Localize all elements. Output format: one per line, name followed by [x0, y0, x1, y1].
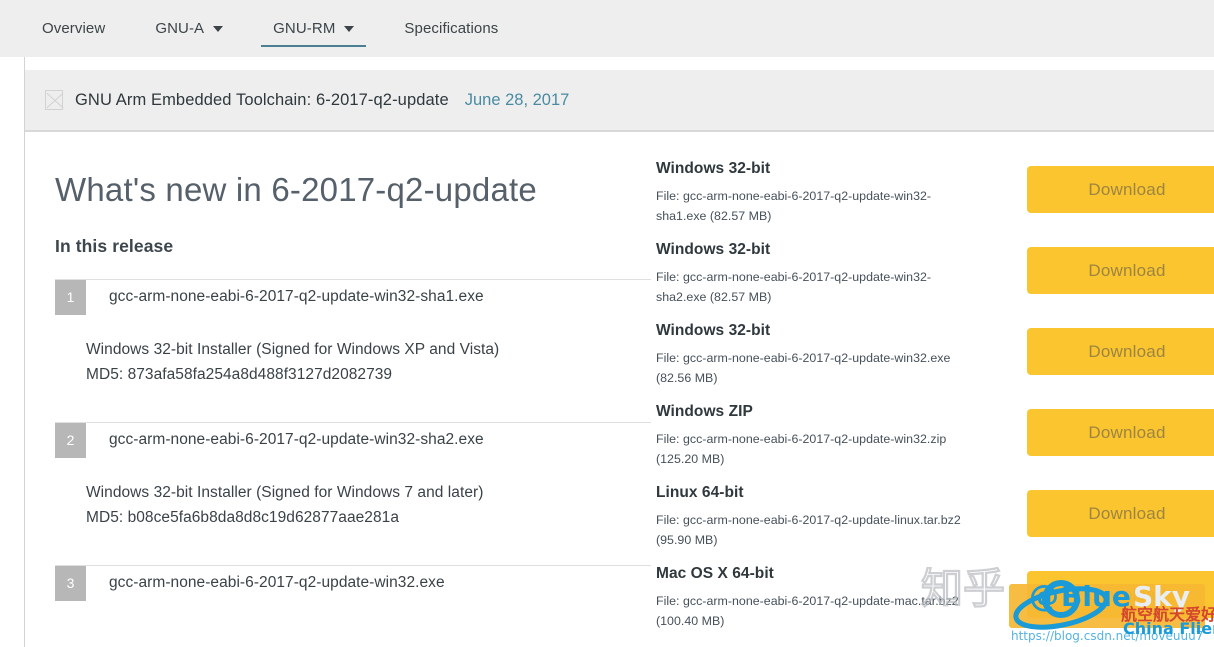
download-info: Mac OS X 64-bit File: gcc-arm-none-eabi-…	[656, 565, 986, 631]
nav-item-gnu-a[interactable]: GNU-A	[139, 0, 239, 57]
download-button[interactable]: Download	[1027, 490, 1214, 537]
download-button[interactable]: Download	[1027, 166, 1214, 213]
download-button[interactable]: Download	[1027, 571, 1214, 618]
release-file-header: 3 gcc-arm-none-eabi-6-2017-q2-update-win…	[55, 564, 651, 601]
download-file-meta: File: gcc-arm-none-eabi-6-2017-q2-update…	[656, 593, 959, 628]
download-row: Windows ZIP File: gcc-arm-none-eabi-6-20…	[656, 403, 1214, 484]
download-row: Windows 32-bit File: gcc-arm-none-eabi-6…	[656, 322, 1214, 403]
download-file-meta: File: gcc-arm-none-eabi-6-2017-q2-update…	[656, 188, 932, 223]
release-file-name[interactable]: gcc-arm-none-eabi-6-2017-q2-update-win32…	[86, 423, 484, 458]
download-file-meta: File: gcc-arm-none-eabi-6-2017-q2-update…	[656, 512, 961, 547]
download-title: Windows 32-bit	[656, 160, 771, 177]
download-info: Windows 32-bit File: gcc-arm-none-eabi-6…	[656, 322, 986, 388]
release-file-header: 1 gcc-arm-none-eabi-6-2017-q2-update-win…	[55, 278, 651, 315]
nav-item-label: Overview	[42, 20, 106, 37]
release-file-list: 1 gcc-arm-none-eabi-6-2017-q2-update-win…	[55, 278, 651, 601]
download-info: Windows 32-bit File: gcc-arm-none-eabi-6…	[656, 160, 986, 226]
download-title: Windows 32-bit	[656, 241, 771, 258]
release-file-item: 1 gcc-arm-none-eabi-6-2017-q2-update-win…	[55, 278, 651, 388]
nav-item-label: GNU-RM	[273, 20, 336, 37]
release-file-md5: MD5: b08ce5fa6b8da8d8c19d62877aae281a	[86, 509, 399, 527]
download-file-meta: File: gcc-arm-none-eabi-6-2017-q2-update…	[656, 431, 947, 466]
download-info: Windows ZIP File: gcc-arm-none-eabi-6-20…	[656, 403, 986, 469]
release-file-desc-line: Windows 32-bit Installer (Signed for Win…	[86, 483, 484, 501]
download-row: Windows 32-bit File: gcc-arm-none-eabi-6…	[656, 160, 1214, 241]
nav-item-label: Specifications	[404, 20, 499, 37]
release-title: GNU Arm Embedded Toolchain: 6-2017-q2-up…	[75, 90, 449, 109]
release-file-description: Windows 32-bit Installer (Signed for Win…	[55, 337, 651, 388]
content-area: What's new in 6-2017-q2-update In this r…	[25, 134, 1214, 647]
download-file-meta: File: gcc-arm-none-eabi-6-2017-q2-update…	[656, 269, 932, 304]
release-file-desc-line: Windows 32-bit Installer (Signed for Win…	[86, 340, 500, 358]
top-navigation: Overview GNU-A GNU-RM Specifications	[0, 0, 1214, 57]
release-header-band: GNU Arm Embedded Toolchain: 6-2017-q2-up…	[25, 70, 1214, 132]
download-title: Windows ZIP	[656, 403, 753, 420]
download-button[interactable]: Download	[1027, 328, 1214, 375]
release-date-link[interactable]: June 28, 2017	[465, 91, 570, 110]
download-title: Mac OS X 64-bit	[656, 565, 774, 582]
nav-item-label: GNU-A	[155, 20, 205, 37]
download-button[interactable]: Download	[1027, 247, 1214, 294]
whats-new-column: What's new in 6-2017-q2-update In this r…	[55, 170, 651, 601]
release-file-header: 2 gcc-arm-none-eabi-6-2017-q2-update-win…	[55, 421, 651, 458]
download-row: Windows 32-bit File: gcc-arm-none-eabi-6…	[656, 241, 1214, 322]
nav-spacer	[0, 57, 1214, 70]
download-row: Linux 64-bit File: gcc-arm-none-eabi-6-2…	[656, 484, 1214, 565]
download-row: Mac OS X 64-bit File: gcc-arm-none-eabi-…	[656, 565, 1214, 646]
nav-item-gnu-rm[interactable]: GNU-RM	[257, 0, 370, 57]
download-file-meta: File: gcc-arm-none-eabi-6-2017-q2-update…	[656, 350, 951, 385]
download-info: Linux 64-bit File: gcc-arm-none-eabi-6-2…	[656, 484, 986, 550]
downloads-column: Windows 32-bit File: gcc-arm-none-eabi-6…	[656, 160, 1214, 646]
list-number-badge: 2	[55, 422, 86, 458]
release-file-md5: MD5: 873afa58fa254a8d488f3127d2082739	[86, 366, 393, 384]
download-title: Windows 32-bit	[656, 322, 771, 339]
release-file-description: Windows 32-bit Installer (Signed for Win…	[55, 480, 651, 531]
download-title: Linux 64-bit	[656, 484, 744, 501]
section-heading: In this release	[55, 235, 174, 256]
broken-image-icon	[45, 90, 63, 110]
download-info: Windows 32-bit File: gcc-arm-none-eabi-6…	[656, 241, 986, 307]
list-number-badge: 1	[55, 279, 86, 315]
release-file-item: 3 gcc-arm-none-eabi-6-2017-q2-update-win…	[55, 564, 651, 601]
release-file-name[interactable]: gcc-arm-none-eabi-6-2017-q2-update-win32…	[86, 566, 445, 601]
nav-item-specifications[interactable]: Specifications	[388, 0, 514, 57]
release-file-item: 2 gcc-arm-none-eabi-6-2017-q2-update-win…	[55, 421, 651, 531]
release-file-name[interactable]: gcc-arm-none-eabi-6-2017-q2-update-win32…	[86, 280, 484, 315]
list-number-badge: 3	[55, 565, 86, 601]
page-title: What's new in 6-2017-q2-update	[55, 171, 537, 208]
nav-item-overview[interactable]: Overview	[26, 0, 121, 57]
download-button[interactable]: Download	[1027, 409, 1214, 456]
chevron-down-icon	[213, 25, 224, 32]
page-root: Overview GNU-A GNU-RM Specifications GNU…	[0, 0, 1214, 647]
chevron-down-icon	[344, 25, 355, 32]
